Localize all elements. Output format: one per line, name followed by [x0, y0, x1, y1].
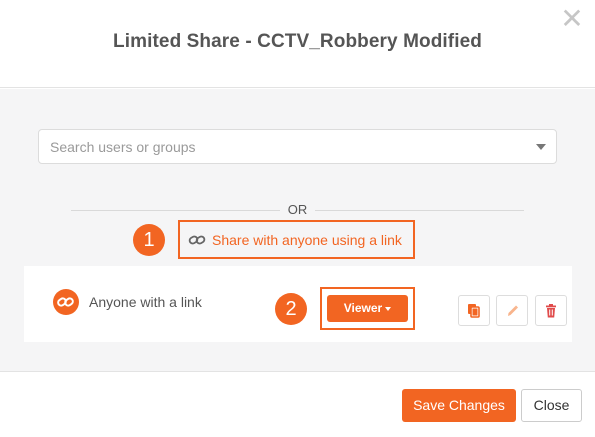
delete-button[interactable] — [535, 295, 567, 326]
close-icon[interactable]: ✕ — [559, 5, 585, 33]
search-input[interactable] — [39, 130, 519, 163]
role-dropdown-button[interactable]: Viewer — [327, 295, 408, 322]
trash-icon — [546, 304, 556, 318]
link-icon — [53, 289, 79, 315]
step-2-badge: 2 — [275, 293, 307, 325]
dialog-body: OR 1 Share with anyone using a link — [0, 89, 595, 372]
or-label: OR — [279, 202, 316, 217]
share-row-label: Anyone with a link — [89, 294, 202, 310]
dialog-title: Limited Share - CCTV_Robbery Modified — [113, 31, 482, 52]
step-1-badge: 1 — [133, 224, 165, 256]
search-select[interactable] — [38, 129, 557, 164]
role-label: Viewer — [343, 301, 383, 315]
copy-link-button[interactable] — [458, 295, 490, 326]
edit-button[interactable] — [496, 295, 528, 326]
pencil-icon — [508, 305, 518, 316]
share-dialog: Limited Share - CCTV_Robbery Modified ✕ … — [0, 0, 595, 437]
share-link-highlight: Share with anyone using a link — [178, 220, 415, 259]
dialog-footer: Save Changes Close — [0, 373, 595, 437]
copy-icon — [468, 304, 480, 318]
close-button[interactable]: Close — [521, 389, 582, 422]
link-icon — [188, 235, 206, 245]
caret-down-icon — [385, 306, 392, 311]
dialog-header: Limited Share - CCTV_Robbery Modified ✕ — [0, 0, 595, 88]
share-with-link-label: Share with anyone using a link — [212, 232, 402, 248]
chevron-down-icon[interactable] — [536, 144, 546, 150]
viewer-highlight: Viewer — [320, 287, 415, 330]
share-with-link-button[interactable]: Share with anyone using a link — [188, 232, 402, 248]
save-changes-button[interactable]: Save Changes — [402, 389, 516, 422]
